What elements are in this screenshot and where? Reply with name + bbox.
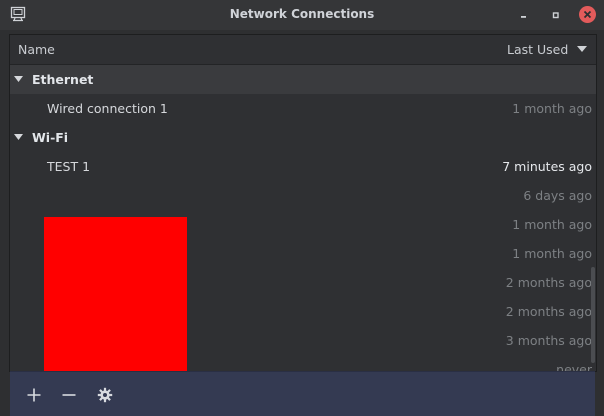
bottom-toolbar [10,371,595,416]
connection-last-used: 1 month ago [512,246,592,261]
group-label: Wi-Fi [32,130,69,145]
close-button[interactable] [579,6,596,23]
connection-row[interactable]: 6 days ago [10,181,596,210]
expander-open-icon[interactable] [14,134,23,141]
connection-last-used: 1 month ago [512,101,592,116]
minimize-button[interactable] [516,7,532,23]
redaction-block [44,217,187,371]
connections-list-frame: Name Last Used Ethernet Wired connection… [9,34,597,372]
connection-name: Wired connection 1 [47,101,168,116]
connection-row[interactable]: Wired connection 1 1 month ago [10,94,596,123]
connection-name: TEST 1 [47,159,91,174]
sort-descending-icon[interactable] [577,45,587,53]
group-label: Ethernet [32,72,94,87]
group-wifi[interactable]: Wi-Fi [10,123,596,152]
vertical-scrollbar[interactable] [591,267,595,363]
connection-last-used: 1 month ago [512,217,592,232]
column-header-name[interactable]: Name [18,42,55,57]
minus-icon[interactable] [61,387,77,403]
plus-icon[interactable] [26,387,42,403]
window-title: Network Connections [229,7,375,21]
connection-row[interactable]: TEST 1 7 minutes ago [10,152,596,181]
title-bar: Network Connections [0,0,604,30]
close-icon [583,10,592,19]
maximize-button[interactable] [548,7,564,23]
column-header: Name Last Used [10,35,596,65]
gear-icon[interactable] [97,387,113,403]
column-header-last-used[interactable]: Last Used [507,42,568,57]
connection-last-used: 6 days ago [523,188,592,203]
connection-last-used: 2 months ago [505,275,592,290]
expander-open-icon[interactable] [14,76,23,83]
connection-last-used: 3 months ago [505,333,592,348]
connection-last-used: 7 minutes ago [502,159,592,174]
group-ethernet[interactable]: Ethernet [10,65,596,94]
connection-last-used: 2 months ago [505,304,592,319]
connections-list: Ethernet Wired connection 1 1 month ago … [10,65,596,371]
